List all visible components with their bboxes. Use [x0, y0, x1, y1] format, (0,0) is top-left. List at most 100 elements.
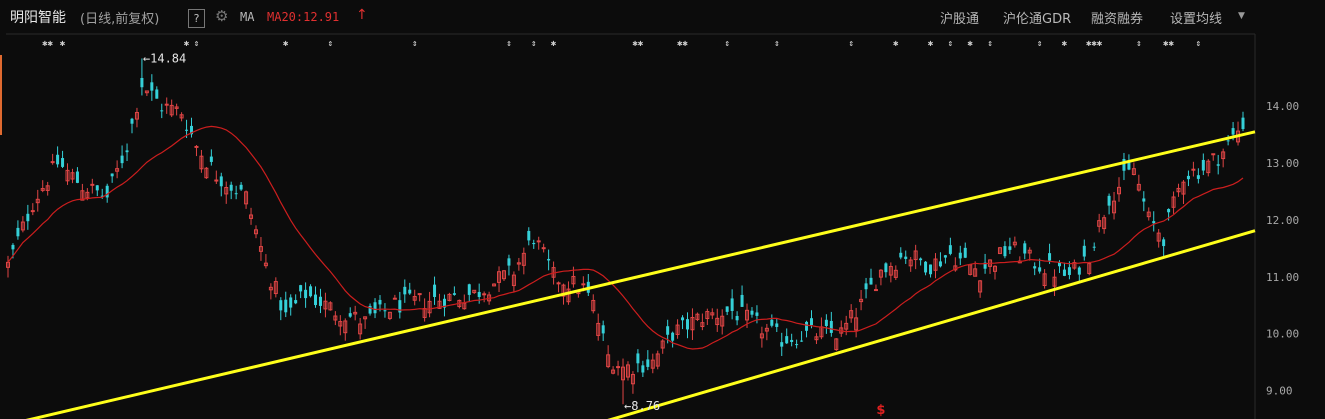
candle-up: [536, 240, 541, 243]
candle-down: [452, 293, 456, 295]
candle-down: [1186, 175, 1190, 180]
candle-down: [318, 296, 322, 306]
candle-down: [1003, 246, 1007, 257]
candle-down: [507, 258, 511, 266]
candle-up: [482, 293, 487, 296]
event-marker-icon: ✱: [184, 39, 190, 49]
candle-up: [194, 145, 199, 148]
event-marker-icon: ✱: [60, 39, 66, 49]
candle-down: [919, 258, 923, 261]
candle-down: [864, 283, 868, 290]
candle-down: [884, 263, 888, 273]
event-marker-icon: ✱✱✱: [1086, 39, 1103, 49]
candle-down: [963, 247, 967, 258]
candle-down: [140, 77, 144, 88]
event-marker-icon: ✱: [1062, 39, 1068, 49]
candle-down: [1008, 246, 1012, 250]
candle-down: [1082, 245, 1086, 257]
event-marker-icon: ⇕: [987, 39, 992, 49]
candle-down: [1092, 246, 1096, 248]
candle-down: [239, 184, 243, 190]
candle-down: [477, 291, 481, 298]
candle-down: [378, 299, 382, 305]
event-marker-icon: ⇕: [948, 39, 953, 49]
candle-down: [289, 297, 293, 308]
candle-down: [958, 252, 962, 259]
candle-up: [616, 366, 621, 369]
candle-down: [383, 310, 387, 312]
candle-down: [160, 110, 164, 112]
candle-down: [209, 156, 213, 162]
candle-down: [646, 359, 650, 367]
candle-down: [348, 313, 352, 317]
candle-down: [294, 300, 298, 304]
event-marker-icon: ⇕: [848, 39, 853, 49]
y-tick-label: 12.00: [1266, 214, 1299, 227]
candle-down: [1162, 239, 1166, 247]
candles: [6, 58, 1245, 405]
ma20-line: [7, 125, 1244, 350]
event-marker-icon: ✱: [551, 39, 557, 49]
candle-down: [304, 289, 308, 299]
candle-down: [299, 285, 303, 292]
candle-down: [1241, 117, 1245, 130]
candle-down: [219, 176, 223, 187]
candle-down: [785, 336, 789, 344]
event-marker-icon: ✱: [928, 39, 934, 49]
event-marker-icon: ⇕: [1196, 39, 1201, 49]
candle-down: [467, 284, 471, 295]
candle-down: [775, 323, 779, 327]
candle-down: [279, 300, 283, 311]
candle-down: [547, 258, 551, 261]
candle-down: [1167, 209, 1171, 213]
y-tick-label: 10.00: [1266, 328, 1299, 341]
candle-down: [805, 321, 809, 331]
y-tick-label: 9.00: [1266, 385, 1293, 398]
candle-down: [125, 150, 129, 153]
candle-down: [1033, 266, 1037, 269]
event-marker-icon: ⇕: [194, 39, 199, 49]
candle-down: [105, 185, 109, 198]
candle-up: [873, 289, 878, 292]
kline-chart[interactable]: ✱✱ ✱ ✱ ⇕ ✱ ⇕ ⇕ ⇕ ⇕ ✱ ✱✱ ✱✱ ⇕ ⇕ ⇕ ✱ ✱ ⇕ ✱ ⇕ ⇕ ✱ ✱✱✱ ⇕ ✱✱ ⇕ ←14.84←…: [0, 0, 1325, 419]
candle-down: [1196, 175, 1200, 179]
candle-down: [770, 319, 774, 326]
candle-down: [26, 213, 30, 222]
candle-down: [1226, 140, 1230, 142]
candle-down: [829, 320, 833, 333]
candle-up: [417, 293, 422, 296]
candle-down: [904, 256, 908, 259]
candle-up: [556, 282, 561, 285]
signal-marker-icon: $: [876, 403, 885, 418]
candle-down: [869, 277, 873, 285]
event-marker-icon: ✱✱: [42, 39, 53, 49]
candle-down: [1122, 158, 1126, 171]
candle-down: [1067, 267, 1071, 275]
candle-up: [164, 103, 169, 106]
y-tick-label: 14.00: [1266, 100, 1299, 113]
candle-up: [50, 161, 55, 164]
candle-down: [403, 286, 407, 295]
signal-marker: $: [876, 403, 885, 418]
candle-down: [800, 340, 804, 342]
event-marker-icon: ✱: [283, 39, 289, 49]
candle-down: [681, 317, 685, 321]
candle-down: [730, 298, 734, 311]
candle-down: [685, 319, 689, 330]
candle-up: [1191, 168, 1196, 171]
candle-down: [929, 264, 933, 275]
candle-down: [735, 315, 739, 321]
event-marker-icon: ✱: [893, 39, 899, 49]
candle-down: [1048, 253, 1052, 261]
candle-down: [1152, 221, 1156, 224]
candle-down: [809, 318, 813, 325]
candle-down: [666, 326, 670, 335]
candle-down: [1062, 269, 1066, 276]
candle-down: [740, 294, 744, 307]
candle-down: [309, 286, 313, 297]
candle-down: [229, 184, 233, 191]
candle-down: [433, 284, 437, 297]
candle-down: [185, 129, 189, 131]
candle-up: [1211, 153, 1216, 156]
candle-down: [284, 299, 288, 313]
